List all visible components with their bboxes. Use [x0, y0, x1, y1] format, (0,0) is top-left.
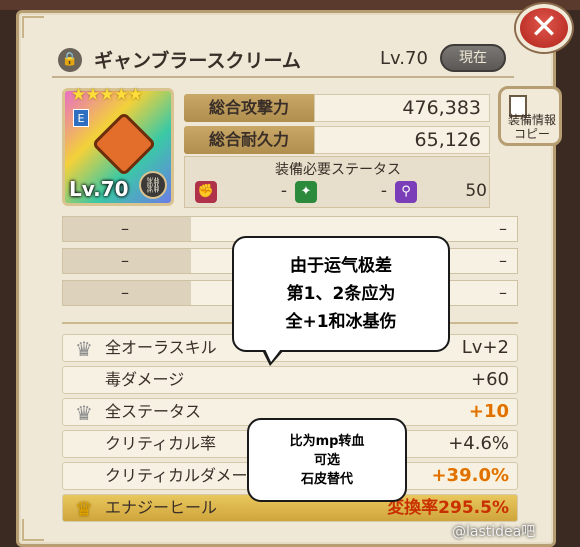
- requirement-dex: ✦ -: [291, 181, 391, 203]
- annotation-line: 第1、2条应为: [286, 284, 396, 304]
- requirement-value: -: [280, 181, 287, 201]
- skill-row-poison: 毒ダメージ +60: [62, 366, 518, 394]
- attack-value: 476,383: [314, 94, 490, 122]
- skill-name: 全ステータス: [105, 402, 202, 421]
- frame-corner-ornament: [22, 519, 44, 541]
- pendant-icon: [91, 111, 157, 177]
- sub-slot-right: –: [499, 219, 507, 238]
- sparkle-icon: ✦: [295, 181, 317, 203]
- durability-label: 総合耐久力: [184, 126, 314, 154]
- fist-icon: ✊: [195, 181, 217, 203]
- copy-equipment-button[interactable]: 装備情報 コピー: [498, 86, 562, 146]
- copy-label-line2: コピー: [513, 127, 550, 141]
- requirements-title: 装備必要ステータス: [275, 162, 401, 178]
- card-level: Lv.70: [69, 177, 129, 201]
- frame-corner-ornament: [22, 16, 44, 38]
- silver-crown-icon: ♛: [75, 337, 93, 361]
- sub-slot-left: –: [63, 217, 191, 241]
- requirement-int: ⚲ 50: [391, 181, 491, 203]
- item-name: ギャンブラースクリーム: [94, 50, 301, 72]
- speech-bubble-tail-inner: [251, 472, 261, 484]
- silver-crown-icon: ♛: [75, 401, 93, 425]
- skill-value: +10: [468, 401, 509, 422]
- sub-slot-right: –: [499, 283, 507, 302]
- annotation-line: 可选: [313, 453, 340, 468]
- current-button[interactable]: 現在: [440, 44, 506, 72]
- chain-icon[interactable]: ⛓: [139, 171, 167, 199]
- sub-slot-left: –: [63, 249, 191, 273]
- background-strip: [0, 0, 580, 10]
- requirement-value: 50: [465, 181, 487, 201]
- close-icon: ✕: [529, 7, 559, 47]
- requirement-value: -: [380, 181, 387, 201]
- item-level: Lv.70: [380, 48, 428, 69]
- rank-badge: E: [73, 109, 89, 127]
- skill-value: 変換率295.5%: [387, 498, 509, 518]
- speech-bubble-tail-inner: [265, 349, 281, 362]
- skill-value: +39.0%: [431, 465, 509, 486]
- rarity-stars: ★★★★★: [71, 85, 143, 105]
- copy-label-line1: 装備情報: [507, 113, 556, 127]
- durability-stat-row: 総合耐久力 65,126: [184, 126, 490, 154]
- watermark: @lastidea吧: [452, 524, 536, 540]
- requirement-str: ✊ -: [191, 181, 291, 203]
- annotation-line: 比为mp转血: [289, 434, 365, 449]
- skill-name: 毒ダメージ: [105, 370, 185, 389]
- title-bar: 🔒 ギャンブラースクリーム Lv.70 現在: [52, 42, 514, 78]
- annotation-bubble-2: 比为mp转血 可选 石皮替代: [247, 418, 407, 502]
- annotation-line: 石皮替代: [300, 472, 353, 487]
- skill-value: +4.6%: [448, 433, 509, 454]
- wand-icon: ⚲: [395, 181, 417, 203]
- lock-icon[interactable]: 🔒: [58, 48, 82, 72]
- requirements-box: 装備必要ステータス ✊ - ✦ - ⚲ 50: [184, 156, 490, 208]
- durability-value: 65,126: [314, 126, 490, 154]
- attack-stat-row: 総合攻撃力 476,383: [184, 94, 490, 122]
- skill-name: クリティカルダメー: [105, 466, 248, 485]
- annotation-line: 全+1和冰基伤: [285, 312, 397, 332]
- close-button[interactable]: ✕: [516, 4, 572, 52]
- sub-slot-right: –: [499, 251, 507, 270]
- skill-value: +60: [471, 369, 509, 390]
- gold-crown-icon: ♛: [75, 497, 93, 521]
- annotation-line: 由于运气极差: [290, 256, 392, 276]
- attack-label: 総合攻撃力: [184, 94, 314, 122]
- skill-name: エナジーヒール: [105, 498, 218, 517]
- skill-value: Lv+2: [461, 337, 509, 358]
- sub-slot-left: –: [63, 281, 191, 305]
- skill-name: クリティカル率: [105, 434, 217, 453]
- annotation-bubble-1: 由于运气极差 第1、2条应为 全+1和冰基伤: [232, 236, 450, 352]
- item-card[interactable]: ★★★★★ E Lv.70 ⛓: [62, 85, 174, 206]
- skill-name: 全オーラスキル: [105, 338, 217, 357]
